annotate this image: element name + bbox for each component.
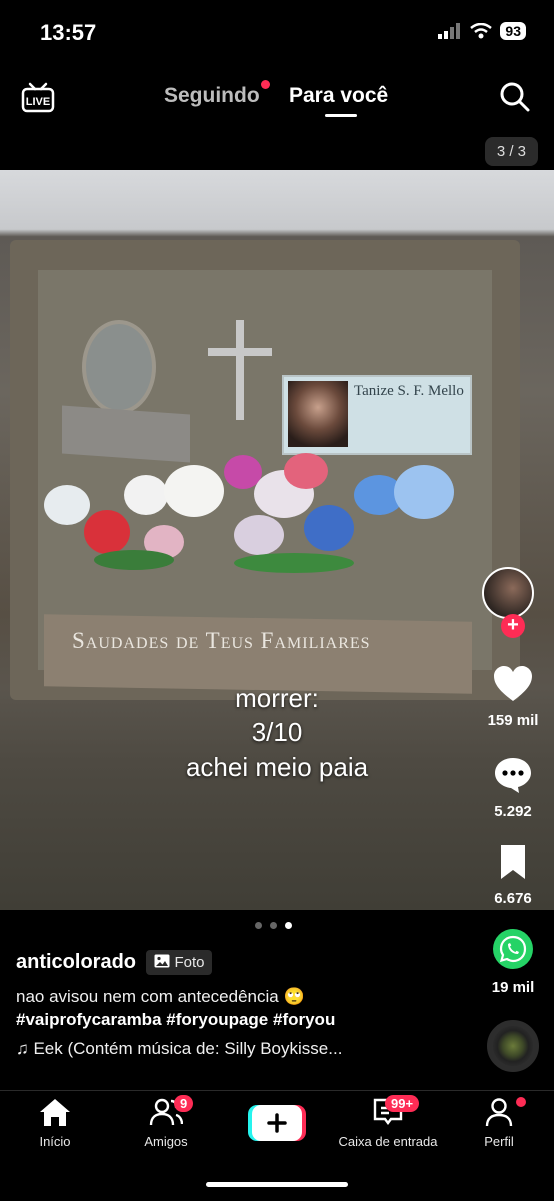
create-icon [248,1105,306,1141]
nav-profile[interactable]: Perfil [444,1097,554,1149]
post-caption: anticolorado Foto nao avisou nem com ant… [16,950,476,1059]
nav-home-label: Início [39,1134,71,1149]
post-description: nao avisou nem com antecedência 🙄 [16,987,305,1006]
nav-inbox[interactable]: 99+ Caixa de entrada [333,1095,443,1149]
wifi-icon [470,23,493,39]
memorial-plaque: Tanize S. F. Mello [282,375,472,455]
image-icon [154,954,170,968]
flower-arrangement [34,453,484,575]
tab-seguindo[interactable]: Seguindo [164,80,270,108]
photo-counter: 3 / 3 [484,137,538,166]
post-hashtags[interactable]: #vaiprofycaramba #foryoupage #foryou [16,1008,476,1031]
photo-tag: Foto [146,950,213,975]
status-time: 13:57 [40,20,97,45]
cellular-signal-icon [438,23,461,39]
nav-friends[interactable]: 9 Amigos [111,1095,221,1149]
like-count: 159 mil [487,712,539,729]
overlay-text-line2: 3/10 [251,717,303,747]
follow-button[interactable]: + [501,614,525,638]
overlay-text-line3: achei meio paia [185,752,369,782]
home-indicator [206,1182,348,1187]
create-button[interactable] [248,1105,306,1141]
notification-dot [260,80,270,89]
tab-para-voce-label: Para você [289,84,389,107]
nav-home[interactable]: Início [0,1097,110,1149]
nav-inbox-label: Caixa de entrada [338,1134,438,1149]
music-track[interactable]: ♫ Eek (Contém música de: Silly Boykisse.… [16,1039,476,1059]
carousel-indicator [255,922,292,929]
photo-tag-label: Foto [174,954,205,971]
plaque-portrait [288,381,348,447]
overlay-text-line1: morrer: [235,683,319,713]
save-count: 6.676 [494,890,532,907]
comment-icon [495,758,531,793]
share-button[interactable]: 19 mil [473,928,553,996]
tomb-ledge [44,614,472,694]
whatsapp-icon [493,929,533,969]
live-icon[interactable]: LIVE [20,78,56,119]
like-button[interactable]: 159 mil [473,665,553,729]
ledge-inscription: Saudades de Teus Familiares [72,628,371,653]
save-button[interactable]: 6.676 [473,843,553,907]
crucifix-icon [236,320,244,420]
author-username[interactable]: anticolorado [16,951,136,974]
comment-count: 5.292 [494,803,532,820]
carousel-dot [270,922,277,929]
svg-text:LIVE: LIVE [26,96,50,108]
post-photo[interactable]: Tanize S. F. Mello Saudades de Teus Fami… [0,170,554,910]
comment-button[interactable]: 5.292 [473,756,553,820]
active-tab-indicator [325,114,357,117]
plaque-name: Tanize S. F. Mello [354,383,464,399]
music-disc-icon[interactable] [487,1020,539,1072]
bookmark-icon [501,845,525,879]
nav-profile-label: Perfil [484,1134,514,1149]
creator-avatar[interactable] [482,567,534,619]
carousel-dot [255,922,262,929]
share-count: 19 mil [491,979,535,996]
friends-badge: 9 [174,1095,194,1112]
profile-icon [485,1098,513,1127]
profile-notification-dot [516,1097,526,1107]
battery-icon: 93 [500,22,526,40]
status-icons: 93 [438,22,526,40]
inbox-badge: 99+ [385,1095,420,1112]
engraved-plate [62,405,190,463]
status-bar: 13:57 93 [0,0,554,60]
tab-seguindo-label: Seguindo [164,84,260,107]
home-icon [40,1099,70,1126]
tab-para-voce[interactable]: Para você [289,84,388,108]
search-icon[interactable] [498,80,532,119]
top-nav: LIVE Seguindo Para você [0,72,554,122]
carousel-dot-active [285,922,292,929]
oval-portrait [82,320,156,414]
nav-friends-label: Amigos [144,1134,188,1149]
heart-icon [494,666,532,701]
